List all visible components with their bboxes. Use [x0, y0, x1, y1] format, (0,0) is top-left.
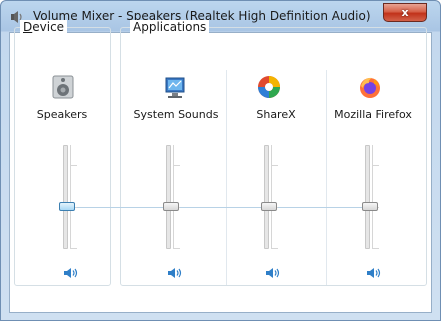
slider-tick — [373, 165, 379, 166]
slider-track[interactable] — [365, 145, 370, 249]
slider-ticks — [271, 145, 278, 249]
applications-group-label: Applications — [130, 20, 210, 34]
slider-thumb-system-sounds[interactable] — [163, 202, 179, 211]
slider-tick — [373, 248, 379, 249]
slider-tick — [272, 165, 278, 166]
slider-tick — [174, 165, 180, 166]
slider-thumb-mozilla-firefox[interactable] — [362, 202, 378, 211]
channel-label-system-sounds: System Sounds — [133, 108, 219, 121]
mute-button-system-sounds[interactable] — [167, 266, 183, 280]
slider-tick — [174, 248, 180, 249]
slider-ticks — [372, 145, 379, 249]
mute-button-mozilla-firefox[interactable] — [366, 266, 382, 280]
slider-thumb-sharex[interactable] — [261, 202, 277, 211]
firefox-icon[interactable] — [358, 75, 382, 99]
mute-button-sharex[interactable] — [265, 266, 281, 280]
volume-mixer-window: Volume Mixer - Speakers (Realtek High De… — [0, 0, 441, 321]
slider-ticks — [70, 145, 77, 249]
slider-track[interactable] — [264, 145, 269, 249]
speaker-device-icon[interactable] — [51, 75, 75, 99]
sharex-icon[interactable] — [257, 75, 281, 99]
system-sounds-icon[interactable] — [163, 75, 187, 99]
slider-track[interactable] — [166, 145, 171, 249]
close-button[interactable]: x — [383, 3, 427, 22]
slider-tick — [71, 248, 77, 249]
slider-tick — [71, 165, 77, 166]
column-divider — [226, 70, 227, 285]
volume-link-line — [73, 207, 376, 208]
slider-thumb-speakers[interactable] — [59, 202, 75, 211]
mute-button-speakers[interactable] — [63, 266, 79, 280]
column-divider — [326, 70, 327, 285]
channel-label-speakers: Speakers — [36, 108, 88, 121]
slider-ticks — [173, 145, 180, 249]
device-group-label: Device — [20, 20, 68, 34]
slider-track[interactable] — [63, 145, 68, 249]
channel-label-mozilla-firefox: Mozilla Firefox — [334, 108, 412, 121]
channel-label-sharex: ShareX — [256, 108, 296, 121]
slider-tick — [272, 248, 278, 249]
